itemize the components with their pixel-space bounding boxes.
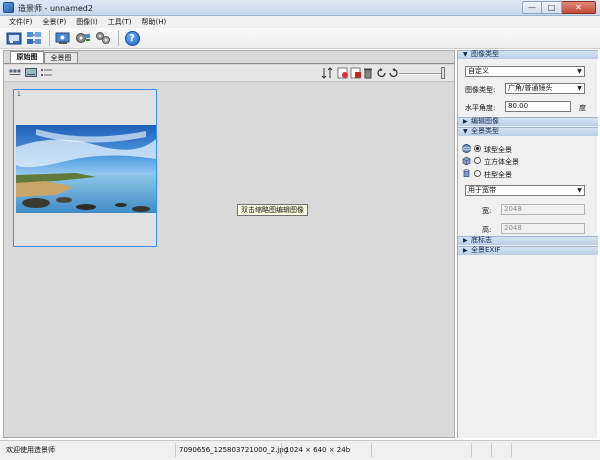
properties-panel: ▼ 图像类型 自定义 ▼ 图像类型: 广角/普通镜头 ▼ 水平角度: 80.00 … xyxy=(457,50,598,438)
status-empty-cell xyxy=(511,443,597,457)
lens-select[interactable]: 广角/普通镜头 ▼ xyxy=(505,83,585,94)
menu-panorama[interactable]: 全景(P) xyxy=(38,17,72,27)
large-thumbnail-icon[interactable] xyxy=(25,67,37,79)
tab-bar: 原始图 全景图 xyxy=(4,51,454,64)
section-panorama-type[interactable]: ▼ 全景类型 xyxy=(458,127,598,136)
status-empty-cell xyxy=(491,443,511,457)
sphere-icon xyxy=(462,144,471,153)
open-icon[interactable] xyxy=(5,29,23,47)
hfov-input[interactable]: 80.00 xyxy=(505,101,571,112)
section-title: 底标志 xyxy=(471,236,492,244)
menu-tools[interactable]: 工具(T) xyxy=(103,17,137,27)
add-image-icon[interactable] xyxy=(337,67,349,79)
rotate-right-icon[interactable] xyxy=(387,67,399,79)
section-edit-image[interactable]: ▶ 编辑图像 xyxy=(458,117,598,126)
sort-icon[interactable] xyxy=(321,67,333,79)
cylinder-icon xyxy=(463,169,470,177)
expand-arrow-icon: ▶ xyxy=(463,118,468,125)
minimize-button[interactable]: — xyxy=(522,1,542,14)
zoom-slider-thumb[interactable] xyxy=(441,67,445,79)
window-title: 造景师 - unnamed2 xyxy=(18,4,93,13)
hfov-unit: 度 xyxy=(579,104,586,112)
menu-image[interactable]: 图像(I) xyxy=(71,17,103,27)
export-icon[interactable] xyxy=(54,29,72,47)
expand-arrow-icon: ▶ xyxy=(463,247,468,254)
select-value: 自定义 xyxy=(468,67,489,75)
image-thumbnail[interactable]: 1 xyxy=(13,89,157,247)
stitch-icon[interactable] xyxy=(25,29,43,47)
section-image-type[interactable]: ▼ 图像类型 xyxy=(458,50,598,59)
status-empty-cell xyxy=(371,443,471,457)
select-value: 广角/普通镜头 xyxy=(508,84,553,92)
section-title: 全景类型 xyxy=(471,127,499,135)
dropdown-arrow-icon: ▼ xyxy=(577,85,582,92)
main-toolbar: ? xyxy=(0,28,600,49)
thumbnail-panel: 原始图 全景图 1 双击缩略图编辑图像 xyxy=(3,50,455,438)
menu-help[interactable]: 帮助(H) xyxy=(136,17,171,27)
height-label: 高: xyxy=(482,226,492,234)
section-nadir[interactable]: ▶ 底标志 xyxy=(458,236,598,245)
section-title: 编辑图像 xyxy=(471,117,499,125)
grid-view-icon[interactable] xyxy=(9,67,21,79)
tooltip: 双击缩略图编辑图像 xyxy=(237,204,308,216)
image-type-select[interactable]: 自定义 ▼ xyxy=(465,66,585,77)
thumbnail-photo xyxy=(16,125,156,213)
delete-icon[interactable] xyxy=(362,67,374,79)
height-input[interactable]: 2048 xyxy=(501,223,585,234)
radio-sphere[interactable] xyxy=(474,145,481,152)
collapse-arrow-icon: ▼ xyxy=(463,128,468,135)
width-input[interactable]: 2048 xyxy=(501,204,585,215)
help-icon: ? xyxy=(124,30,140,46)
thumbnail-toolbar xyxy=(4,65,454,82)
toolbar-separator xyxy=(49,30,50,46)
section-title: 全景EXIF xyxy=(471,246,501,254)
status-message: 欢迎使用造景师 xyxy=(6,446,55,454)
output-size-select[interactable]: 用于宽带 ▼ xyxy=(465,185,585,196)
sphere-label: 球型全景 xyxy=(484,146,512,154)
lens-label: 图像类型: xyxy=(465,86,496,94)
settings-icon[interactable] xyxy=(74,29,92,47)
help-button[interactable]: ? xyxy=(123,29,141,47)
radio-cylinder[interactable] xyxy=(474,170,481,177)
cylinder-label: 柱型全景 xyxy=(484,171,512,179)
status-bar: 欢迎使用造景师 7090656_125803721000_2.jpg 1024 … xyxy=(0,440,600,460)
tab-divider xyxy=(4,63,454,64)
menu-file[interactable]: 文件(F) xyxy=(4,17,38,27)
dropdown-arrow-icon: ▼ xyxy=(577,68,582,75)
radio-cube[interactable] xyxy=(474,157,481,164)
list-view-icon[interactable] xyxy=(41,67,53,79)
status-empty-cell xyxy=(471,443,491,457)
tools-icon[interactable] xyxy=(94,29,112,47)
cube-label: 立方体全景 xyxy=(484,158,519,166)
window-controls: — □ ✕ xyxy=(522,1,596,14)
select-value: 用于宽带 xyxy=(468,186,496,194)
close-button[interactable]: ✕ xyxy=(562,1,596,14)
maximize-button[interactable]: □ xyxy=(542,1,562,14)
zoom-slider-track[interactable] xyxy=(399,73,443,75)
app-icon xyxy=(3,2,14,13)
toolbar-separator xyxy=(118,30,119,46)
collapse-arrow-icon: ▼ xyxy=(463,51,468,58)
section-exif[interactable]: ▶ 全景EXIF xyxy=(458,246,598,255)
thumbnail-index: 1 xyxy=(17,91,21,98)
status-dimensions: 1024 × 640 × 24b xyxy=(281,443,371,457)
remove-image-icon[interactable] xyxy=(350,67,362,79)
menu-bar: 文件(F) 全景(P) 图像(I) 工具(T) 帮助(H) xyxy=(0,16,600,28)
cube-icon xyxy=(462,156,471,165)
title-bar: 造景师 - unnamed2 — □ ✕ xyxy=(0,0,600,16)
width-label: 宽: xyxy=(482,207,492,215)
dropdown-arrow-icon: ▼ xyxy=(577,187,582,194)
hfov-label: 水平角度: xyxy=(465,104,496,112)
expand-arrow-icon: ▶ xyxy=(463,237,468,244)
status-filename: 7090656_125803721000_2.jpg xyxy=(175,443,288,457)
section-title: 图像类型 xyxy=(471,50,499,58)
